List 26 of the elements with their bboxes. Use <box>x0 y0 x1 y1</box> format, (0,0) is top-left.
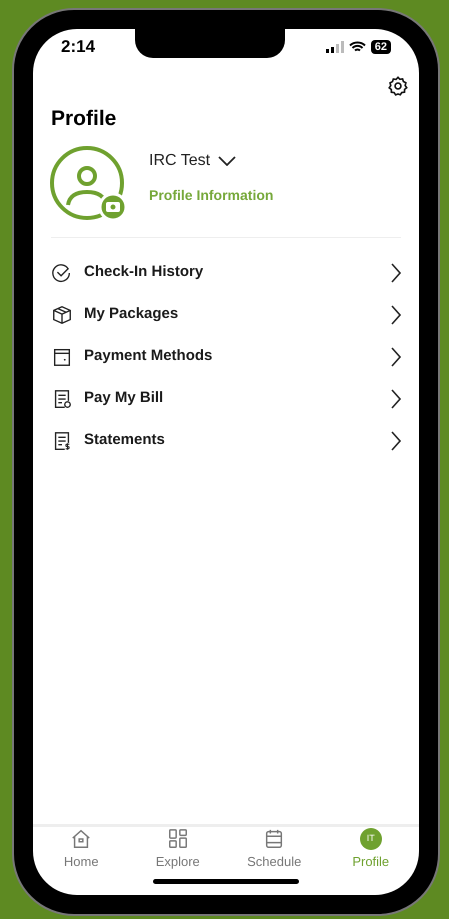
battery-level: 62 <box>370 40 391 54</box>
chevron-right-icon[interactable] <box>391 304 401 324</box>
chevron-right-icon[interactable] <box>391 346 401 366</box>
wifi-icon <box>348 41 366 53</box>
chevron-right-icon[interactable] <box>391 430 401 450</box>
home-icon <box>70 828 92 850</box>
chevron-right-icon[interactable] <box>391 388 401 408</box>
menu-item[interactable]: Statements <box>84 429 391 452</box>
box-icon <box>51 304 73 326</box>
status-time: 2:14 <box>61 36 96 58</box>
chevron-down-icon[interactable] <box>218 156 236 166</box>
menu-item[interactable]: Pay My Bill <box>84 387 391 410</box>
menu-item[interactable]: Payment Methods <box>84 345 391 368</box>
page-title: Profile <box>50 106 118 132</box>
menu-item[interactable]: Check-In History <box>84 261 391 284</box>
tab-button[interactable]: Home <box>41 828 122 872</box>
settings-icon[interactable] <box>387 75 409 97</box>
chevron-right-icon[interactable] <box>391 262 401 282</box>
check-circle-icon <box>51 262 73 284</box>
grid-icon <box>166 828 189 850</box>
menu-item[interactable]: My Packages <box>84 303 391 326</box>
account-name[interactable]: IRC Test <box>149 148 210 172</box>
tab-button[interactable]: Schedule <box>234 828 314 872</box>
avatar-initials: IT <box>360 828 382 850</box>
signal-icon <box>326 41 344 53</box>
tab-button[interactable]: Explore <box>138 828 218 872</box>
